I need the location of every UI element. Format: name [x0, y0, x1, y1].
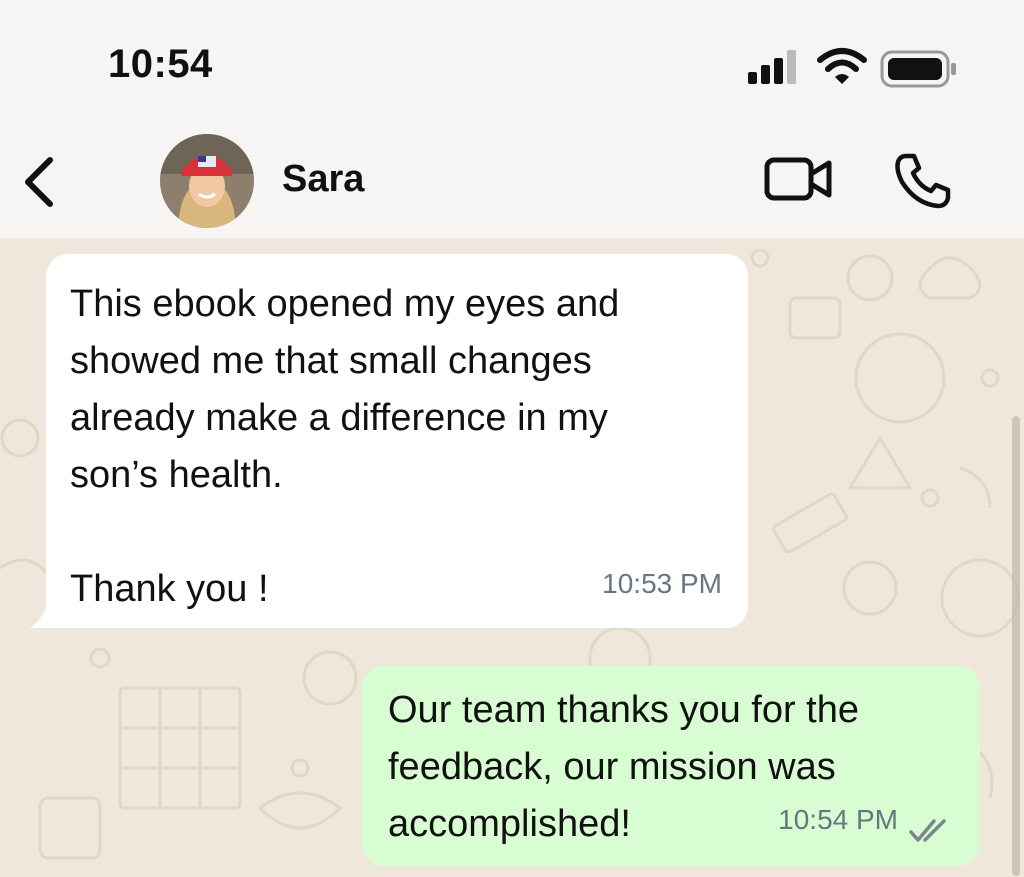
back-chevron-icon[interactable] [20, 156, 60, 208]
battery-icon [880, 50, 956, 88]
wifi-icon [817, 48, 867, 84]
voice-call-icon[interactable] [892, 150, 954, 212]
cellular-signal-icon [748, 50, 796, 84]
double-check-icon [909, 819, 946, 842]
avatar[interactable] [160, 134, 254, 228]
chat-area[interactable]: This ebook opened my eyes and showed me … [0, 238, 1024, 877]
status-bar: 10:54 [0, 0, 1024, 110]
outgoing-message-time: 10:54 PM [778, 804, 898, 835]
status-time: 10:54 [108, 42, 213, 86]
chat-header: Sara [0, 110, 1024, 238]
outgoing-message-bubble[interactable]: Our team thanks you for the feedback, ou… [362, 666, 980, 866]
chat-scrollbar[interactable] [1012, 416, 1020, 876]
incoming-message-bubble[interactable]: This ebook opened my eyes and showed me … [46, 254, 748, 628]
contact-name[interactable]: Sara [282, 158, 364, 201]
incoming-bubble-tail [30, 602, 68, 628]
incoming-message-time: 10:53 PM [602, 568, 722, 599]
video-call-icon[interactable] [764, 154, 834, 204]
